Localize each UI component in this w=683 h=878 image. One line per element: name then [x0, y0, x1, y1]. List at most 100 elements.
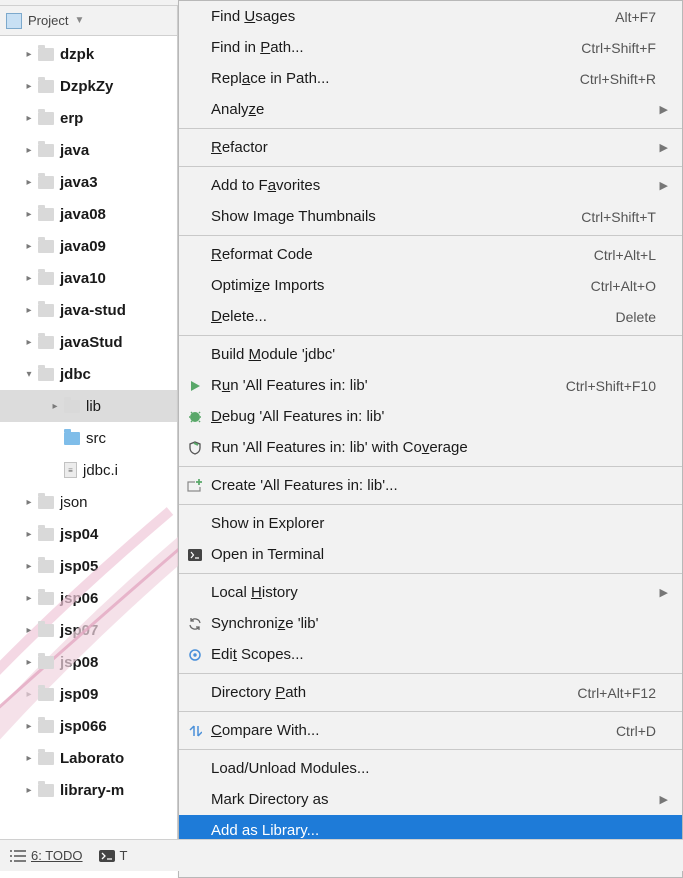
- menu-item[interactable]: Delete...Delete: [179, 301, 682, 332]
- tree-item-dzpk[interactable]: ▸dzpk: [0, 38, 177, 70]
- tree-item-jsp09[interactable]: ▸jsp09: [0, 678, 177, 710]
- tree-item-jsp066[interactable]: ▸jsp066: [0, 710, 177, 742]
- menu-item[interactable]: Add to Favorites▶: [179, 170, 682, 201]
- tree-label: javaStud: [60, 334, 123, 351]
- menu-item[interactable]: Run 'All Features in: lib' with Coverage: [179, 432, 682, 463]
- menu-label: Open in Terminal: [211, 546, 656, 563]
- tree-item-erp[interactable]: ▸erp: [0, 102, 177, 134]
- folder-icon: [38, 304, 54, 317]
- tree-label: java08: [60, 206, 106, 223]
- menu-item[interactable]: Replace in Path...Ctrl+Shift+R: [179, 63, 682, 94]
- terminal-tool-button[interactable]: T: [99, 848, 128, 863]
- menu-label: Delete...: [211, 308, 616, 325]
- menu-item[interactable]: Synchronize 'lib': [179, 608, 682, 639]
- tree-item-src[interactable]: src: [0, 422, 177, 454]
- tree-item-Laborato[interactable]: ▸Laborato: [0, 742, 177, 774]
- tree-item-jsp08[interactable]: ▸jsp08: [0, 646, 177, 678]
- folder-icon: [38, 496, 54, 509]
- todo-tool-button[interactable]: 6: TODO: [10, 848, 83, 863]
- tree-item-jsp06[interactable]: ▸ jsp06: [0, 582, 177, 614]
- tree-label: jsp08: [60, 654, 98, 671]
- menu-item[interactable]: Find in Path...Ctrl+Shift+F: [179, 32, 682, 63]
- menu-item[interactable]: Mark Directory as▶: [179, 784, 682, 815]
- tree-label: jsp07: [60, 622, 98, 639]
- tree-item-java08[interactable]: ▸java08: [0, 198, 177, 230]
- menu-item[interactable]: Show in Explorer: [179, 508, 682, 539]
- menu-item[interactable]: Compare With...Ctrl+D: [179, 715, 682, 746]
- tree-label: DzpkZy: [60, 78, 113, 95]
- tree-item-java3[interactable]: ▸java3: [0, 166, 177, 198]
- menu-item[interactable]: Build Module 'jdbc': [179, 339, 682, 370]
- menu-label: Edit Scopes...: [211, 646, 656, 663]
- tree-item-java-stud[interactable]: ▸java-stud: [0, 294, 177, 326]
- tree-item-jsp04[interactable]: ▸jsp04: [0, 518, 177, 550]
- tree-label: java: [60, 142, 89, 159]
- folder-icon: [38, 752, 54, 765]
- tree-label: jsp06: [60, 590, 98, 607]
- terminal-label: T: [120, 848, 128, 863]
- tree-item-javaStud[interactable]: ▸javaStud: [0, 326, 177, 358]
- menu-label: Find in Path...: [211, 39, 581, 56]
- menu-item[interactable]: Find UsagesAlt+F7: [179, 1, 682, 32]
- menu-shortcut: Delete: [616, 309, 656, 325]
- menu-item[interactable]: Refactor▶: [179, 132, 682, 163]
- tree-item-jdbc[interactable]: ▾jdbc: [0, 358, 177, 390]
- menu-item[interactable]: Directory PathCtrl+Alt+F12: [179, 677, 682, 708]
- tree-item-library-m[interactable]: ▸library-m: [0, 774, 177, 806]
- menu-shortcut: Ctrl+Shift+F: [581, 40, 656, 56]
- project-tree: ▸dzpk▸DzpkZy▸erp▸java▸java3▸java08▸java0…: [0, 36, 177, 839]
- folder-icon: [38, 528, 54, 541]
- tree-item-java09[interactable]: ▸java09: [0, 230, 177, 262]
- menu-label: Analyze: [211, 101, 656, 118]
- folder-icon: [38, 208, 54, 221]
- menu-label: Directory Path: [211, 684, 577, 701]
- menu-item[interactable]: Open in Terminal: [179, 539, 682, 570]
- menu-item[interactable]: Local History▶: [179, 577, 682, 608]
- sidebar-header[interactable]: Project ▼: [0, 6, 177, 36]
- menu-item[interactable]: Edit Scopes...: [179, 639, 682, 670]
- tree-item-jdbc.i[interactable]: ≡jdbc.i: [0, 454, 177, 486]
- tree-item-jsp07[interactable]: ▸jsp07: [0, 614, 177, 646]
- menu-label: Show in Explorer: [211, 515, 656, 532]
- menu-label: Create 'All Features in: lib'...: [211, 477, 656, 494]
- menu-label: Add to Favorites: [211, 177, 656, 194]
- dropdown-arrow-icon[interactable]: ▼: [74, 15, 84, 26]
- menu-item[interactable]: Load/Unload Modules...: [179, 753, 682, 784]
- tree-label: jsp09: [60, 686, 98, 703]
- tree-item-java[interactable]: ▸ java: [0, 134, 177, 166]
- menu-item[interactable]: Optimize ImportsCtrl+Alt+O: [179, 270, 682, 301]
- tree-item-java10[interactable]: ▸java10: [0, 262, 177, 294]
- folder-icon: [38, 720, 54, 733]
- folder-icon: [38, 272, 54, 285]
- tree-item-DzpkZy[interactable]: ▸DzpkZy: [0, 70, 177, 102]
- submenu-arrow-icon: ▶: [656, 103, 668, 116]
- tree-item-jsp05[interactable]: ▸jsp05: [0, 550, 177, 582]
- menu-item[interactable]: Reformat CodeCtrl+Alt+L: [179, 239, 682, 270]
- tree-item-lib[interactable]: ▸lib: [0, 390, 177, 422]
- menu-label: Refactor: [211, 139, 656, 156]
- menu-shortcut: Ctrl+Shift+T: [581, 209, 656, 225]
- menu-item[interactable]: Show Image ThumbnailsCtrl+Shift+T: [179, 201, 682, 232]
- sidebar-title: Project: [28, 13, 68, 28]
- chevron-right-icon: ▸: [48, 399, 62, 413]
- menu-label: Reformat Code: [211, 246, 594, 263]
- project-icon: [6, 13, 22, 29]
- tree-item-json[interactable]: ▸json: [0, 486, 177, 518]
- menu-item[interactable]: Analyze▶: [179, 94, 682, 125]
- context-menu: Find UsagesAlt+F7Find in Path...Ctrl+Shi…: [178, 0, 683, 878]
- tree-label: json: [60, 494, 88, 511]
- compare-icon: [183, 724, 207, 738]
- folder-icon: [38, 176, 54, 189]
- tree-label: erp: [60, 110, 83, 127]
- menu-item[interactable]: Debug 'All Features in: lib': [179, 401, 682, 432]
- menu-label: Run 'All Features in: lib': [211, 377, 566, 394]
- tree-label: library-m: [60, 782, 124, 799]
- menu-item[interactable]: Run 'All Features in: lib'Ctrl+Shift+F10: [179, 370, 682, 401]
- chevron-right-icon: ▸: [22, 271, 36, 285]
- chevron-down-icon: ▾: [22, 367, 36, 381]
- chevron-right-icon: ▸: [22, 143, 36, 157]
- folder-icon: [38, 656, 54, 669]
- menu-item[interactable]: Create 'All Features in: lib'...: [179, 470, 682, 501]
- chevron-right-icon: ▸: [22, 591, 36, 605]
- folder-icon: [38, 336, 54, 349]
